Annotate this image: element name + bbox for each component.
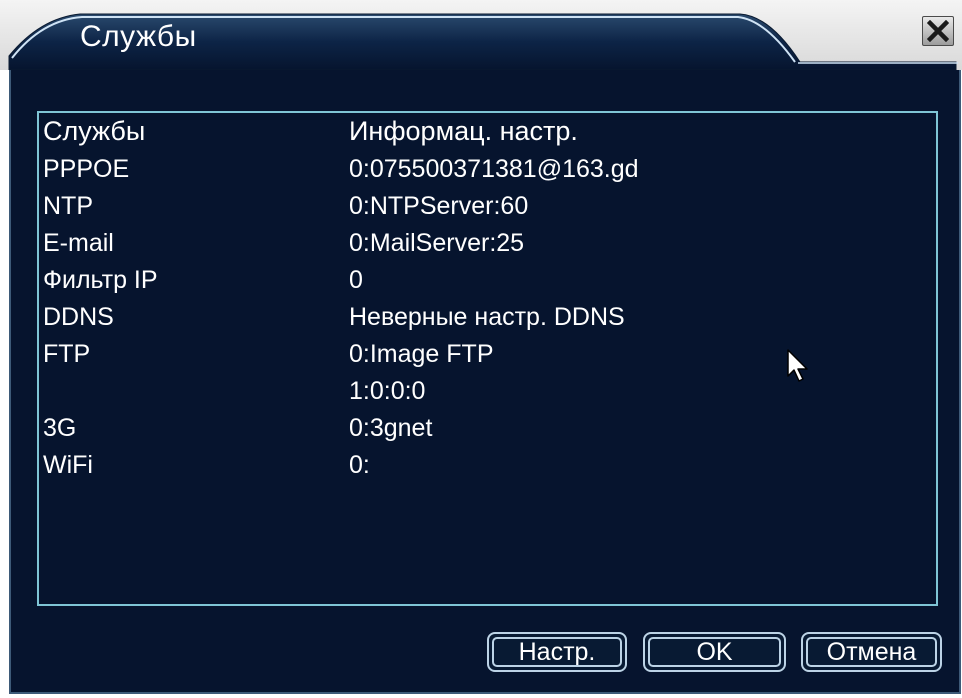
table-row-ip-filter[interactable]: Фильтр IP 0 xyxy=(43,266,903,302)
column-header-info: Информац. настр. xyxy=(349,116,578,146)
service-name: Фильтр IP xyxy=(43,266,158,294)
column-header-services: Службы xyxy=(43,116,146,146)
cancel-button[interactable]: Отмена xyxy=(801,632,942,672)
service-name: 3G xyxy=(43,414,77,442)
close-x-icon xyxy=(927,20,949,42)
service-value: Неверные настр. DDNS xyxy=(349,303,625,331)
table-row-ntp[interactable]: NTP 0:NTPServer:60 xyxy=(43,192,903,228)
service-value: 0:3gnet xyxy=(349,414,433,442)
service-name: DDNS xyxy=(43,303,114,331)
screen: Службы Службы Информац. настр. PPPOE 0:0… xyxy=(0,0,962,698)
title-bar: Службы xyxy=(0,0,962,70)
service-name: E-mail xyxy=(43,229,114,257)
service-name: WiFi xyxy=(43,451,93,479)
table-header: Службы Информац. настр. xyxy=(43,116,903,152)
service-name: PPPOE xyxy=(43,155,130,183)
service-value: 0 xyxy=(349,266,363,294)
setup-button-label: Настр. xyxy=(492,637,622,667)
close-button[interactable] xyxy=(922,16,954,46)
service-value: 0:NTPServer:60 xyxy=(349,192,529,220)
service-value: 0:075500371381@163.gd xyxy=(349,155,639,183)
table-row-pppoe[interactable]: PPPOE 0:075500371381@163.gd xyxy=(43,155,903,191)
cancel-button-label: Отмена xyxy=(806,637,937,667)
service-name: FTP xyxy=(43,340,91,368)
ok-button-label: OK xyxy=(648,637,781,667)
table-row-email[interactable]: E-mail 0:MailServer:25 xyxy=(43,229,903,265)
table-row-ddns[interactable]: DDNS Неверные настр. DDNS xyxy=(43,303,903,339)
window-title: Службы xyxy=(80,20,197,53)
table-row-3g[interactable]: 3G 0:3gnet xyxy=(43,414,903,450)
service-value: 1:0:0:0 xyxy=(349,377,426,405)
table-row-ftp[interactable]: FTP 0:Image FTP xyxy=(43,340,903,376)
service-value: 0: xyxy=(349,451,370,479)
service-name: NTP xyxy=(43,192,93,220)
table-row-ftp-extra[interactable]: 1:0:0:0 xyxy=(43,377,903,413)
ok-button[interactable]: OK xyxy=(643,632,786,672)
service-value: 0:Image FTP xyxy=(349,340,494,368)
setup-button[interactable]: Настр. xyxy=(487,632,627,672)
service-value: 0:MailServer:25 xyxy=(349,229,525,257)
mouse-pointer-icon xyxy=(787,349,808,382)
table-row-wifi[interactable]: WiFi 0: xyxy=(43,451,903,487)
